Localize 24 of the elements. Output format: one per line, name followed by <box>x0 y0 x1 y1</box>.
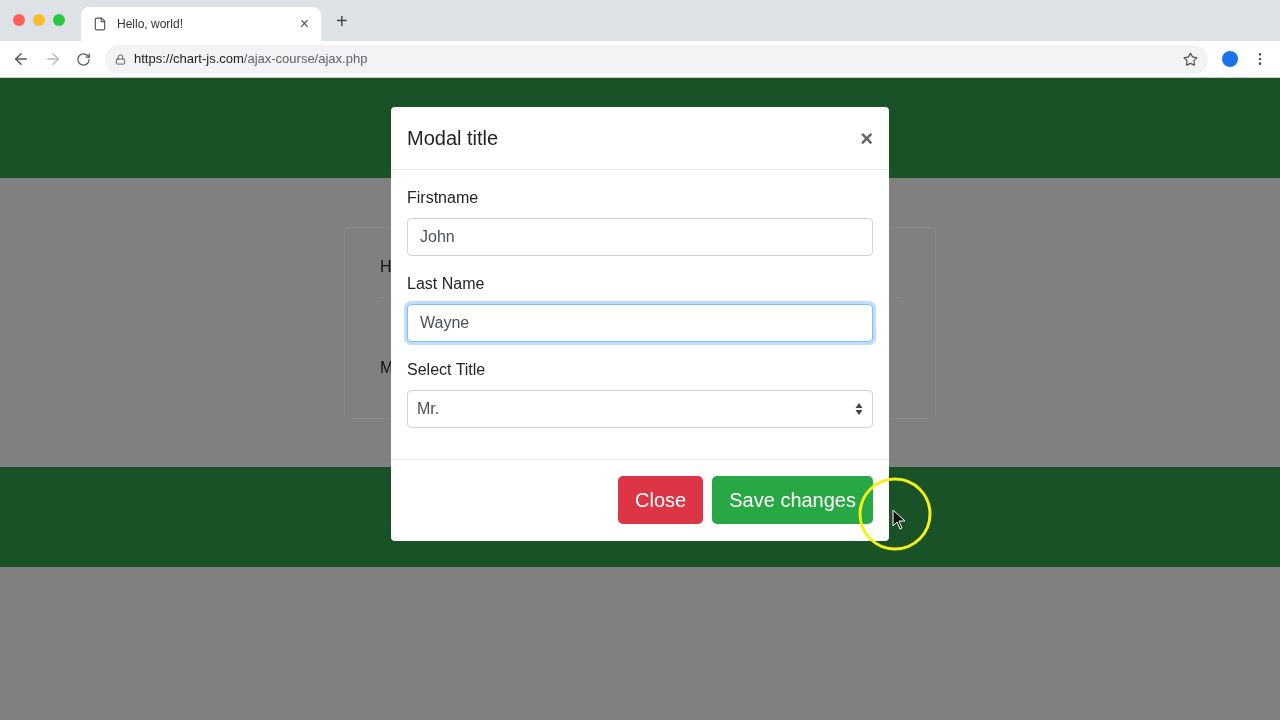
modal-close[interactable]: × <box>860 121 873 155</box>
field-label: Select Title <box>407 360 486 380</box>
modal-button[interactable]: Close <box>618 476 704 524</box>
tab-title: Hello, world! <box>117 16 185 33</box>
browser-tab[interactable]: Hello, world! × <box>81 7 321 41</box>
lock-icon <box>115 53 126 65</box>
select-arrows-icon <box>855 402 863 416</box>
title-select[interactable]: Mr. <box>407 390 873 428</box>
field-label: Last Name <box>407 274 485 294</box>
url-text: https://chart-js.com/ajax-course/ajax.php <box>134 50 368 69</box>
close-window-icon[interactable] <box>13 13 25 26</box>
page-icon <box>93 17 107 31</box>
address-bar[interactable]: https://chart-js.com/ajax-course/ajax.php <box>105 44 1208 74</box>
extension-icon[interactable] <box>1222 51 1238 67</box>
tab-close[interactable]: × <box>299 12 309 36</box>
back-icon[interactable] <box>12 50 30 68</box>
bookmark-star-icon[interactable] <box>1183 51 1198 67</box>
modal-title: Modal title <box>407 126 499 151</box>
new-tab-button[interactable]: + <box>336 5 348 36</box>
reload-icon[interactable] <box>76 51 91 67</box>
field-label: Firstname <box>407 188 479 208</box>
text-field[interactable]: Wayne <box>407 304 873 342</box>
card-heading: H <box>380 257 392 277</box>
text-field[interactable]: John <box>407 218 873 256</box>
